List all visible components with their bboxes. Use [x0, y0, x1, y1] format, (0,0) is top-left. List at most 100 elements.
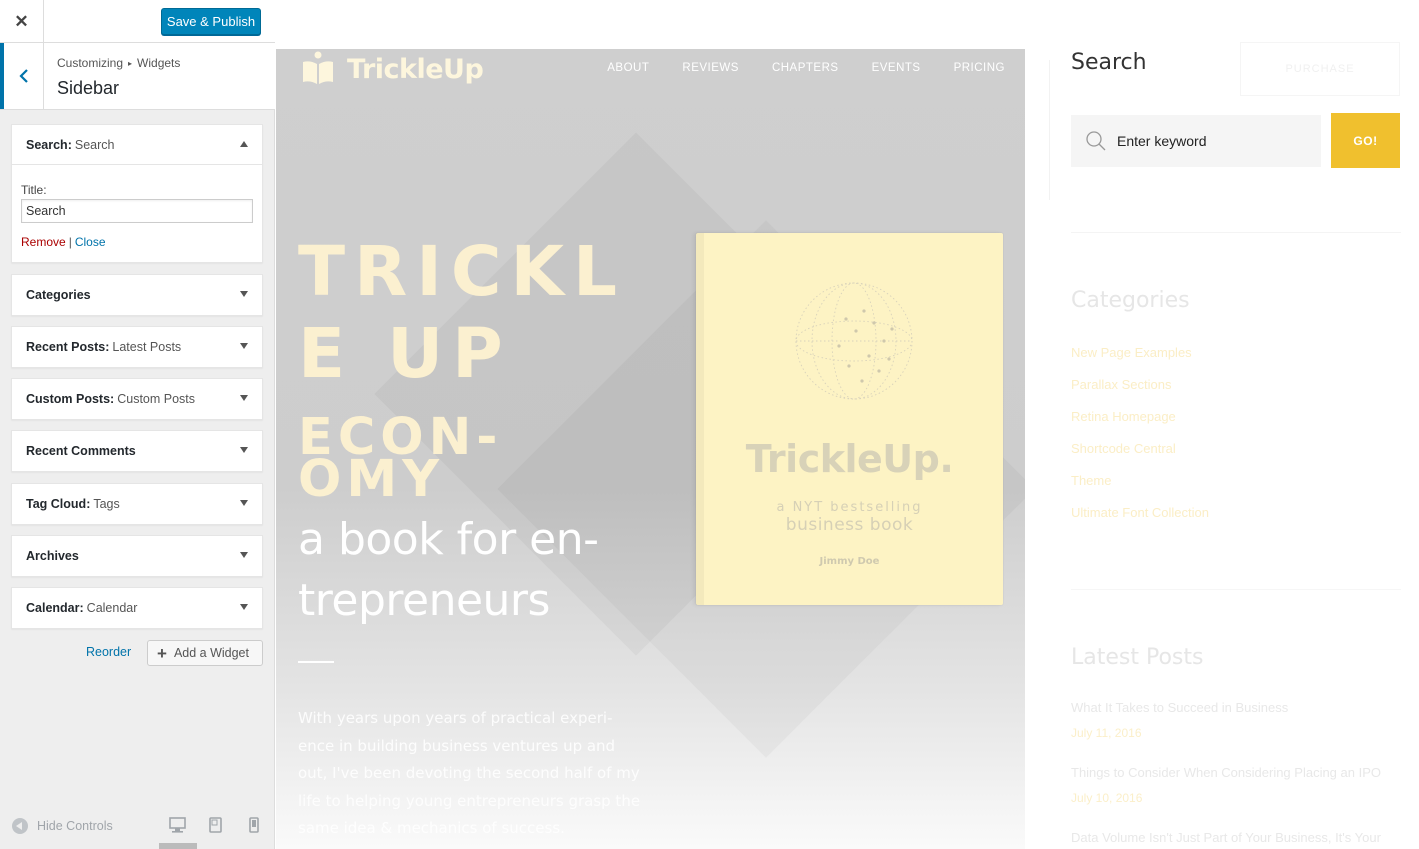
- category-link[interactable]: Retina Homepage: [1071, 409, 1176, 424]
- sidebar-search-title: Search: [1071, 50, 1147, 75]
- add-widget-button[interactable]: + Add a Widget: [147, 640, 263, 666]
- nav-chapters[interactable]: CHAPTERS: [772, 62, 839, 74]
- hero-subtitle: a book for en- trepreneurs: [298, 509, 648, 631]
- widget-name: Recent Posts: [26, 340, 106, 354]
- back-button[interactable]: [0, 43, 44, 109]
- widget-custom-posts[interactable]: Custom Posts: Custom Posts: [11, 378, 263, 420]
- tablet-preview-icon[interactable]: [209, 817, 222, 833]
- purchase-button[interactable]: PURCHASE: [1240, 42, 1400, 96]
- expand-arrow-icon[interactable]: [240, 291, 248, 297]
- sidebar-divider: [1049, 60, 1050, 200]
- widget-recent-posts[interactable]: Recent Posts: Latest Posts: [11, 326, 263, 368]
- search-icon: [1086, 131, 1106, 151]
- expand-arrow-icon[interactable]: [240, 343, 248, 349]
- widget-name: Tag Cloud: [26, 497, 87, 511]
- expand-arrow-icon[interactable]: [240, 500, 248, 506]
- search-go-button[interactable]: GO!: [1331, 113, 1400, 168]
- widget-recent-comments[interactable]: Recent Comments: [11, 430, 263, 472]
- plus-icon: +: [157, 643, 167, 663]
- categories-title: Categories: [1071, 288, 1190, 313]
- category-link[interactable]: Shortcode Central: [1071, 441, 1176, 456]
- latest-posts-title: Latest Posts: [1071, 645, 1204, 670]
- widget-name: Search: [26, 137, 68, 152]
- post-date: July 10, 2016: [1071, 791, 1143, 805]
- logo-text: TrickleUp: [347, 53, 484, 85]
- post-link[interactable]: Data Volume Isn't Just Part of Your Busi…: [1071, 830, 1381, 845]
- customizer-panel: ✕ Save & Publish Customizing ▸ Widgets Sid…: [0, 0, 275, 849]
- book-spine: [696, 233, 704, 605]
- hero-title-line: E UP: [298, 314, 512, 394]
- nav-about[interactable]: ABOUT: [607, 62, 649, 74]
- widget-name: Categories: [26, 288, 91, 302]
- collapse-left-icon: [12, 818, 28, 834]
- breadcrumb-separator-icon: ▸: [128, 59, 133, 68]
- sidebar-divider: [1071, 232, 1401, 233]
- hero-section: TrickleUp ABOUT REVIEWS CHAPTERS EVENTS …: [276, 49, 1025, 849]
- widget-categories[interactable]: Categories: [11, 274, 263, 316]
- breadcrumb-customizing: Customizing: [57, 56, 124, 70]
- save-publish-button[interactable]: Save & Publish: [161, 8, 261, 35]
- post-link[interactable]: Things to Consider When Considering Plac…: [1071, 765, 1381, 780]
- close-customizer-button[interactable]: ✕: [0, 0, 44, 43]
- post-link[interactable]: What It Takes to Succeed in Business: [1071, 700, 1288, 715]
- reorder-link[interactable]: Reorder: [86, 645, 131, 659]
- nav-pricing[interactable]: PRICING: [954, 62, 1005, 74]
- hero-title: TRICKL E UP: [298, 231, 638, 395]
- hero-subtitle-line: a book for en-: [298, 514, 599, 565]
- hero-divider: [298, 661, 334, 663]
- breadcrumb-widgets: Widgets: [137, 56, 181, 70]
- widget-actions: Remove | Close: [21, 235, 106, 249]
- hide-controls-button[interactable]: Hide Controls: [12, 818, 113, 834]
- search-placeholder: Enter keyword: [1117, 133, 1207, 149]
- widget-calendar[interactable]: Calendar: Calendar: [11, 587, 263, 629]
- expand-arrow-icon[interactable]: [240, 604, 248, 610]
- expand-arrow-icon[interactable]: [240, 447, 248, 453]
- expand-arrow-icon[interactable]: [240, 395, 248, 401]
- book-author: Jimmy Doe: [819, 556, 880, 567]
- sidebar-search-input[interactable]: Enter keyword: [1071, 115, 1321, 167]
- category-link[interactable]: Theme: [1071, 473, 1111, 488]
- category-link[interactable]: Ultimate Font Collection: [1071, 505, 1209, 520]
- site-logo[interactable]: TrickleUp: [301, 49, 484, 89]
- nav-events[interactable]: EVENTS: [872, 62, 921, 74]
- category-link[interactable]: Parallax Sections: [1071, 377, 1171, 392]
- widget-name: Archives: [26, 549, 79, 563]
- widget-search: Search: Search Title: Search Remove | Close: [11, 124, 263, 263]
- widget-sub-title: Calendar: [86, 601, 138, 615]
- sidebar-divider: [1071, 589, 1401, 590]
- globe-illustration-icon: [795, 282, 913, 400]
- post-date: July 11, 2016: [1071, 726, 1142, 740]
- widget-sub-title: Latest Posts: [112, 340, 182, 354]
- hero-title-secondary: ECON- OMY: [298, 412, 598, 505]
- widget-search-header[interactable]: Search: Search: [12, 125, 262, 165]
- add-widget-label: Add a Widget: [173, 646, 249, 660]
- expand-arrow-icon[interactable]: [240, 552, 248, 558]
- collapse-arrow-icon[interactable]: [240, 141, 248, 147]
- widget-sub-title: Search: [74, 137, 115, 152]
- mobile-preview-icon[interactable]: [249, 817, 259, 833]
- hero-title-line: TRICKL: [298, 232, 626, 312]
- book-tagline: a NYT bestselling: [776, 500, 923, 515]
- hero-subtitle-line: trepreneurs: [298, 575, 550, 626]
- close-link[interactable]: Close: [75, 235, 106, 249]
- book-title: TrickleUp.: [745, 437, 954, 481]
- panel-footer: Hide Controls: [0, 803, 275, 849]
- widget-sub-title: Custom Posts: [117, 392, 196, 406]
- section-title: Sidebar: [57, 78, 120, 98]
- hero-body-text: With years upon years of practical exper…: [298, 709, 641, 837]
- title-input[interactable]: Search: [21, 199, 253, 223]
- desktop-preview-icon[interactable]: [169, 817, 186, 833]
- widget-archives[interactable]: Archives: [11, 535, 263, 577]
- active-device-indicator: [159, 843, 197, 849]
- nav-reviews[interactable]: REVIEWS: [682, 62, 739, 74]
- actions-separator: |: [68, 235, 72, 249]
- remove-link[interactable]: Remove: [21, 235, 66, 249]
- section-header: Customizing ▸ Widgets Sidebar: [0, 43, 275, 110]
- book-tagline: business book: [785, 515, 914, 535]
- main-nav: ABOUT REVIEWS CHAPTERS EVENTS PRICING: [574, 62, 1005, 74]
- hide-controls-label: Hide Controls: [37, 819, 113, 833]
- breadcrumb: Customizing ▸ Widgets: [57, 56, 180, 70]
- category-link[interactable]: New Page Examples: [1071, 345, 1192, 360]
- widget-tag-cloud[interactable]: Tag Cloud: Tags: [11, 483, 263, 525]
- widget-name: Recent Comments: [26, 444, 136, 458]
